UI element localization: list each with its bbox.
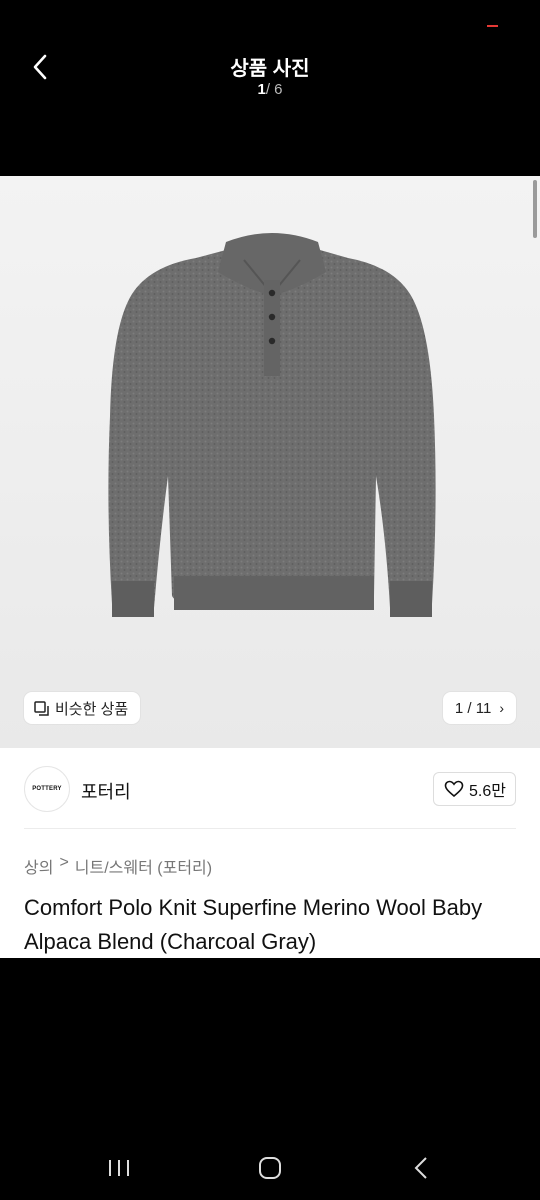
system-back-button[interactable]: [402, 1152, 442, 1184]
back-icon: [414, 1157, 427, 1179]
like-count: 5.6만: [469, 783, 506, 800]
divider: [24, 828, 516, 829]
similar-pager-button[interactable]: 1 / 11 ›: [442, 692, 516, 724]
product-photo[interactable]: 비슷한 상품 1 / 11 ›: [0, 176, 540, 748]
chevron-right-icon: ›: [499, 700, 504, 716]
photo-counter-current: 1: [257, 81, 266, 98]
like-button[interactable]: 5.6만: [433, 772, 516, 806]
brand-logo[interactable]: POTTERY: [24, 766, 70, 812]
breadcrumb-subcategory[interactable]: 니트/스웨터 (포터리): [75, 854, 212, 878]
breadcrumb: 상의 > 니트/스웨터 (포터리): [24, 854, 218, 878]
recent-apps-button[interactable]: [100, 1152, 140, 1184]
copy-icon: [34, 700, 49, 716]
home-icon: [259, 1157, 281, 1179]
photo-counter: 1/ 6: [0, 81, 540, 98]
similar-products-label: 비슷한 상품: [55, 700, 129, 718]
scrollbar[interactable]: [533, 180, 537, 238]
similar-pager-text: 1 / 11: [454, 699, 492, 717]
top-bar: 상품 사진 1/ 6: [0, 0, 540, 176]
product-info: POTTERY 포터리 5.6만 상의 > 니트/스웨터 (포터리) Comfo…: [0, 748, 540, 958]
similar-products-button[interactable]: 비슷한 상품: [24, 692, 141, 724]
recent-apps-icon: [109, 1160, 129, 1176]
photo-counter-total: / 6: [265, 81, 283, 98]
product-name: Comfort Polo Knit Superfine Merino Wool …: [24, 895, 483, 954]
heart-icon: [444, 780, 464, 798]
breadcrumb-category[interactable]: 상의: [24, 854, 53, 878]
sweater-image: [108, 233, 436, 617]
brand-name[interactable]: 포터리: [81, 778, 131, 804]
breadcrumb-separator: >: [59, 854, 69, 871]
home-button[interactable]: [250, 1152, 290, 1184]
page-title: 상품 사진: [230, 58, 310, 80]
system-nav-bar: [0, 1140, 540, 1196]
brand-row[interactable]: POTTERY 포터리 5.6만: [24, 766, 516, 812]
recording-indicator: [487, 25, 498, 27]
